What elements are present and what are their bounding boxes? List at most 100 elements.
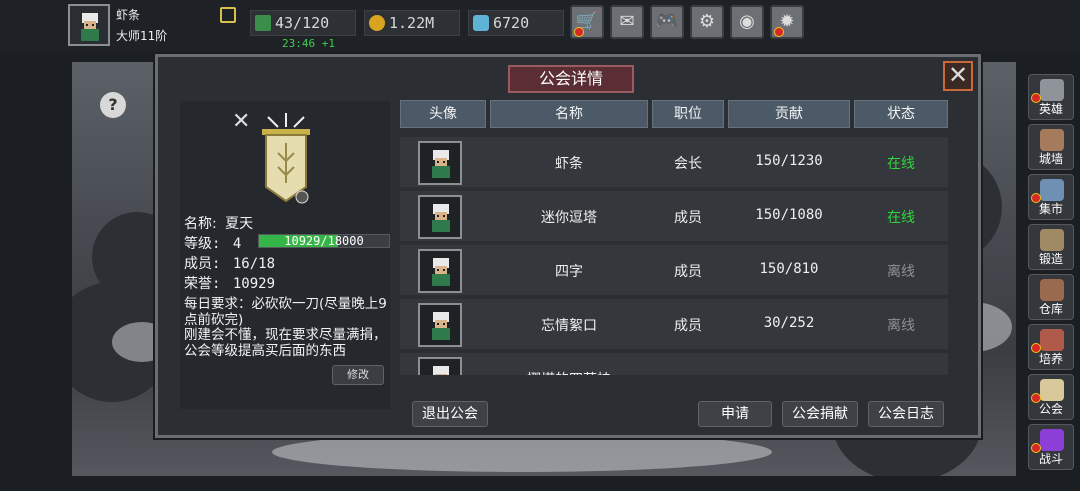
side-menu-item-anvil[interactable]: 锻造 <box>1028 224 1074 270</box>
member-avatar[interactable] <box>418 141 462 185</box>
side-menu-item-portal[interactable]: 战斗 <box>1028 424 1074 470</box>
guild-level-label: 等级: <box>184 236 221 252</box>
guild-name-label: 名称: <box>184 216 217 232</box>
member-contribution: 30/252 <box>763 315 815 331</box>
player-avatar[interactable] <box>68 4 110 46</box>
side-menu-label: 城墙 <box>1038 152 1063 166</box>
guild-log-button[interactable]: 公会日志 <box>868 401 944 427</box>
help-icon[interactable]: ? <box>100 92 126 118</box>
column-header: 状态 <box>854 100 948 128</box>
helmet-icon <box>1040 79 1064 101</box>
side-menu-item-wall[interactable]: 城墙 <box>1028 124 1074 170</box>
member-name: 挪塔的四萝桂 <box>490 369 648 375</box>
guild-level-row: 等级: 4 <box>184 233 241 253</box>
member-role: 成员 <box>674 264 702 280</box>
lightning-icon <box>255 15 271 31</box>
guild-details-dialog: 公会详情 ✕ ✕ 名称: 夏天 等级: 4 10929/18000 成员: 16… <box>155 54 981 438</box>
alert-badge-icon <box>774 27 784 37</box>
dialog-title: 公会详情 <box>508 65 634 93</box>
guild-name: 夏天 <box>225 216 254 232</box>
member-name: 四字 <box>555 264 583 280</box>
gems-value: 6720 <box>493 14 530 32</box>
market-icon <box>1040 179 1064 201</box>
guild-donate-button[interactable]: 公会捐献 <box>782 401 858 427</box>
gamepad-icon: 🎮 <box>655 11 679 32</box>
side-menu-label: 锻造 <box>1038 252 1063 266</box>
side-menu-item-market[interactable]: 集市 <box>1028 174 1074 220</box>
anvil-icon <box>1040 229 1064 251</box>
leave-guild-button[interactable]: 退出公会 <box>412 401 488 427</box>
alert-badge-icon <box>1031 193 1041 203</box>
column-header: 名称 <box>490 100 648 128</box>
alert-badge-icon <box>1031 93 1041 103</box>
member-status: 离线 <box>887 264 915 280</box>
guild-members: 16/18 <box>232 256 276 272</box>
member-role: 会长 <box>674 156 702 172</box>
gear-icon: ⚙ <box>698 11 716 32</box>
member-avatar[interactable] <box>418 357 462 375</box>
guild-banner-emblem <box>262 113 310 204</box>
guild-honor-row: 荣誉: 10929 <box>184 273 275 293</box>
member-status: 在线 <box>887 156 915 172</box>
close-icon: ✕ <box>947 61 969 89</box>
color-wheel-icon: ◉ <box>739 11 755 32</box>
member-list[interactable]: 虾条 会长 150/1230 在线 迷你逗塔 成员 150/1080 在线 四字 成员 150/81… <box>400 137 948 375</box>
guild-description: 每日要求：必砍砍一刀(尽量晚上9点前砍完) 刚建会不懂，现在要求尽量满捐，公会等… <box>184 296 387 359</box>
member-name: 虾条 <box>555 156 583 172</box>
side-menu-item-guild[interactable]: 公会 <box>1028 374 1074 420</box>
color-wheel-button[interactable]: ◉ <box>730 5 764 39</box>
training-icon <box>1040 329 1064 351</box>
side-menu-item-helmet[interactable]: 英雄 <box>1028 74 1074 120</box>
side-menu-item-training[interactable]: 培养 <box>1028 324 1074 370</box>
guild-members-label: 成员: <box>184 256 221 272</box>
gold-display: 1.22M <box>364 10 460 36</box>
gear-button[interactable]: ⚙ <box>690 5 724 39</box>
table-row[interactable]: 忘情絮口 成员 30/252 离线 <box>400 299 948 351</box>
guild-members-row: 成员: 16/18 <box>184 253 275 273</box>
close-button[interactable]: ✕ <box>943 61 973 91</box>
member-status: 离线 <box>887 318 915 334</box>
table-row[interactable]: 四字 成员 150/810 离线 <box>400 245 948 297</box>
alert-badge-icon <box>1031 393 1041 403</box>
mail-button[interactable]: ✉ <box>610 5 644 39</box>
gold-coin-icon <box>369 15 385 31</box>
guild-honor-label: 荣誉: <box>184 276 221 292</box>
guild-honor: 10929 <box>232 276 276 292</box>
stamina-display: 43/120 <box>250 10 356 36</box>
guild-info-panel: ✕ 名称: 夏天 等级: 4 10929/18000 成员: 16/18 荣誉: <box>180 101 390 409</box>
guild-level: 4 <box>232 236 242 252</box>
side-menu-item-warehouse[interactable]: 仓库 <box>1028 274 1074 320</box>
apply-button[interactable]: 申请 <box>698 401 772 427</box>
warehouse-icon <box>1040 279 1064 301</box>
top-status-bar: 虾条 大师11阶 43/120 23:46 +1 1.22M 6720 🛒 ✉ 🎮 ⚙… <box>0 0 1080 52</box>
member-role: 成员 <box>674 210 702 226</box>
member-avatar[interactable] <box>418 195 462 239</box>
member-contribution: 150/1080 <box>755 207 823 223</box>
member-avatar[interactable] <box>418 303 462 347</box>
stamina-timer: 23:46 +1 <box>282 37 335 50</box>
table-row[interactable]: 虾条 会长 150/1230 在线 <box>400 137 948 189</box>
edit-icon[interactable] <box>220 7 236 23</box>
member-role: 成员 <box>674 318 702 334</box>
player-rank: 大师11阶 <box>116 29 168 43</box>
gem-icon <box>473 15 489 31</box>
gamepad-button[interactable]: 🎮 <box>650 5 684 39</box>
alert-badge-icon <box>574 27 584 37</box>
member-contribution: 150/1230 <box>755 153 823 169</box>
wall-icon <box>1040 129 1064 151</box>
member-name: 迷你逗塔 <box>541 210 597 226</box>
mail-icon: ✉ <box>619 11 635 32</box>
portal-icon <box>1040 429 1064 451</box>
table-row[interactable]: 挪塔的四萝桂 <box>400 353 948 375</box>
member-avatar[interactable] <box>418 249 462 293</box>
column-header: 贡献 <box>728 100 850 128</box>
close-x-icon[interactable]: ✕ <box>232 109 250 134</box>
shop-cart-button[interactable]: 🛒 <box>570 5 604 39</box>
table-row[interactable]: 迷你逗塔 成员 150/1080 在线 <box>400 191 948 243</box>
member-name: 忘情絮口 <box>541 318 597 334</box>
member-status: 在线 <box>887 210 915 226</box>
gold-value: 1.22M <box>389 14 435 32</box>
alert-badge-icon <box>1031 443 1041 453</box>
modify-description-button[interactable]: 修改 <box>332 365 384 385</box>
firework-button[interactable]: ✹ <box>770 5 804 39</box>
